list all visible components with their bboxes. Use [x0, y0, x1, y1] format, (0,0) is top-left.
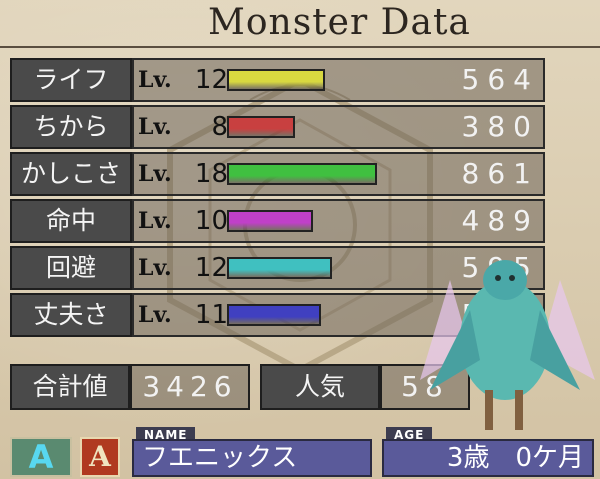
- stat-value: 489: [461, 204, 539, 237]
- level-prefix: Lv.: [138, 302, 172, 328]
- stat-value: 861: [461, 157, 539, 190]
- stat-row: ライフ Lv. 12 564: [10, 58, 545, 102]
- title-bar: Monster Data: [0, 0, 600, 52]
- age-field: 3歳 0ケ月: [382, 439, 594, 477]
- footer-bar: A A NAME フエニックス AGE 3歳 0ケ月: [0, 425, 600, 479]
- level-prefix: Lv.: [138, 67, 172, 93]
- level-prefix: Lv.: [138, 114, 172, 140]
- level-number: 8: [211, 112, 228, 142]
- title-divider: [0, 46, 600, 48]
- popularity-label: 人気: [260, 364, 380, 410]
- stat-body: Lv. 18 861: [132, 152, 545, 196]
- phoenix-monster-sprite: [420, 260, 595, 430]
- class-a-icon[interactable]: A: [80, 437, 120, 477]
- stat-value: 564: [461, 63, 539, 96]
- level-number: 11: [194, 300, 228, 330]
- level-prefix: Lv.: [138, 161, 172, 187]
- level-prefix: Lv.: [138, 208, 172, 234]
- stat-bar: [227, 69, 325, 91]
- stat-row: ちから Lv. 8 380: [10, 105, 545, 149]
- total-value: 3426: [130, 364, 250, 410]
- stat-label: 丈夫さ: [10, 293, 132, 337]
- total-label: 合計値: [10, 364, 130, 410]
- stat-bar: [227, 210, 313, 232]
- stat-label: 命中: [10, 199, 132, 243]
- rank-a-icon[interactable]: A: [10, 437, 72, 477]
- stat-label: ちから: [10, 105, 132, 149]
- stat-value: 380: [461, 110, 539, 143]
- name-field: フエニックス: [132, 439, 372, 477]
- level-number: 12: [194, 65, 228, 95]
- stat-bar: [227, 163, 377, 185]
- level-number: 10: [194, 206, 228, 236]
- stat-bar: [227, 304, 321, 326]
- level-number: 12: [194, 253, 228, 283]
- stat-body: Lv. 12 564: [132, 58, 545, 102]
- stat-body: Lv. 8 380: [132, 105, 545, 149]
- stat-bar: [227, 257, 332, 279]
- level-prefix: Lv.: [138, 255, 172, 281]
- stat-row: 命中 Lv. 10 489: [10, 199, 545, 243]
- stat-row: かしこさ Lv. 18 861: [10, 152, 545, 196]
- stat-body: Lv. 10 489: [132, 199, 545, 243]
- page-title: Monster Data: [208, 2, 471, 43]
- stat-label: かしこさ: [10, 152, 132, 196]
- stat-label: 回避: [10, 246, 132, 290]
- stat-label: ライフ: [10, 58, 132, 102]
- stat-bar: [227, 116, 295, 138]
- level-number: 18: [194, 159, 228, 189]
